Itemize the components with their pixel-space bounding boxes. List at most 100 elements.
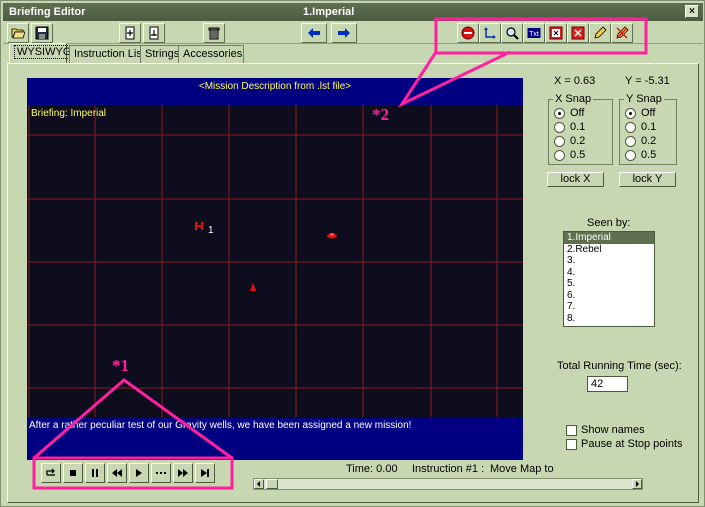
list-item[interactable]: 7.: [564, 301, 654, 313]
clear-box-tool[interactable]: [567, 23, 589, 43]
mission-description-header: <Mission Description from .lst file>: [27, 78, 523, 105]
scroll-left-button[interactable]: [254, 479, 264, 489]
erase-tool[interactable]: [611, 23, 633, 43]
scroll-right-button[interactable]: [632, 479, 642, 489]
list-item[interactable]: 4.: [564, 267, 654, 279]
briefing-label: Briefing: Imperial: [31, 108, 107, 119]
tab-label: Accessories: [183, 48, 243, 60]
tab-wysiwyg[interactable]: WYSIWYG: [9, 43, 75, 63]
ship-marker-tie[interactable]: [195, 222, 203, 230]
list-item[interactable]: 5.: [564, 278, 654, 290]
zoom-icon: [506, 27, 519, 40]
tab-label: WYSIWYG: [14, 45, 75, 59]
delete-button[interactable]: [203, 23, 225, 43]
stop-sign-icon: [461, 26, 475, 40]
stop-button[interactable]: [63, 463, 83, 483]
fast-forward-icon: [178, 469, 188, 477]
app-title: Briefing Editor: [9, 6, 86, 18]
list-item[interactable]: 1.Imperial: [564, 232, 654, 244]
close-box-tool[interactable]: [545, 23, 567, 43]
y-snap-0-1[interactable]: 0.1: [625, 121, 656, 133]
remove-page-button[interactable]: [143, 23, 165, 43]
document-title: 1.Imperial: [303, 6, 355, 18]
loop-icon: [46, 468, 55, 476]
next-button[interactable]: [331, 23, 357, 43]
pencil-tool[interactable]: [589, 23, 611, 43]
ship-marker-triangle[interactable]: [250, 283, 256, 291]
close-button[interactable]: ×: [685, 5, 699, 18]
lock-x-button[interactable]: lock X: [547, 172, 604, 187]
y-snap-0-5[interactable]: 0.5: [625, 149, 656, 161]
x-snap-0-5[interactable]: 0.5: [554, 149, 585, 161]
briefing-map[interactable]: <Mission Description from .lst file> Bri…: [27, 78, 523, 460]
zoom-tool[interactable]: [501, 23, 523, 43]
map-grid: [27, 105, 523, 417]
x-snap-0-2[interactable]: 0.2: [554, 135, 585, 147]
move-map-tool[interactable]: [479, 23, 501, 43]
previous-button[interactable]: [301, 23, 327, 43]
arrow-right-icon: [338, 28, 350, 38]
show-names-checkbox[interactable]: Show names: [566, 424, 645, 436]
checkbox-label: Pause at Stop points: [581, 438, 683, 450]
instruction-status: Instruction #1 :: [412, 463, 485, 475]
list-item[interactable]: 8.: [564, 313, 654, 325]
loop-button[interactable]: [41, 463, 61, 483]
close-box-icon: [549, 26, 563, 40]
tab-label: Strings: [145, 48, 180, 60]
save-button[interactable]: [31, 23, 53, 43]
erase-icon: [616, 26, 629, 39]
radio-dot: [554, 149, 565, 161]
x-snap-0-1[interactable]: 0.1: [554, 121, 585, 133]
list-item[interactable]: 2.Rebel: [564, 244, 654, 256]
checkbox-box: [566, 438, 577, 450]
list-item[interactable]: 3.: [564, 255, 654, 267]
radio-label: 0.1: [641, 121, 657, 133]
text-tool[interactable]: Txt: [523, 23, 545, 43]
open-button[interactable]: [7, 23, 29, 43]
stop-icon: [70, 470, 76, 476]
y-snap-off[interactable]: Off: [625, 107, 655, 119]
y-snap-0-2[interactable]: 0.2: [625, 135, 656, 147]
y-snap-legend: Y Snap: [624, 93, 664, 105]
radio-label: 0.2: [641, 135, 657, 147]
text-icon: Txt: [527, 28, 541, 38]
running-time-input[interactable]: 42: [587, 376, 628, 392]
skip-end-button[interactable]: [195, 463, 215, 483]
tab-accessories[interactable]: Accessories: [178, 45, 244, 63]
radio-label: 0.2: [570, 135, 586, 147]
radio-dot: [625, 135, 636, 147]
play-button[interactable]: [129, 463, 149, 483]
radio-label: 0.5: [570, 149, 586, 161]
trash-icon: [208, 27, 220, 40]
list-item[interactable]: 6.: [564, 290, 654, 302]
step-button[interactable]: [151, 463, 171, 483]
lock-y-button[interactable]: lock Y: [619, 172, 676, 187]
rewind-icon: [112, 469, 122, 477]
timeline-scrollbar[interactable]: [253, 478, 643, 490]
arrow-left-icon: [308, 28, 320, 38]
radio-label: 0.5: [641, 149, 657, 161]
annotation-label-1: *1: [112, 356, 129, 375]
move-map-icon: [484, 27, 496, 39]
x-snap-off[interactable]: Off: [554, 107, 584, 119]
scroll-right-icon: [636, 481, 639, 487]
add-page-button[interactable]: [119, 23, 141, 43]
floppy-save-icon: [35, 26, 49, 40]
x-snap-legend: X Snap: [553, 93, 594, 105]
ship-label: 1: [208, 225, 214, 236]
stop-point-tool[interactable]: [457, 23, 479, 43]
title-bar[interactable]: Briefing Editor 1.Imperial ×: [3, 3, 703, 21]
seen-by-list[interactable]: 1.Imperial 2.Rebel 3. 4. 5. 6. 7. 8.: [563, 231, 655, 327]
pause-button[interactable]: [85, 463, 105, 483]
radio-dot: [554, 121, 565, 133]
add-page-icon: [125, 26, 135, 40]
folder-open-icon: [11, 28, 25, 39]
pencil-icon: [594, 26, 607, 39]
briefing-text-bar: After a rather peculiar test of our Grav…: [27, 417, 523, 460]
radio-dot: [554, 135, 565, 147]
pause-at-stop-checkbox[interactable]: Pause at Stop points: [566, 438, 683, 450]
rewind-button[interactable]: [107, 463, 127, 483]
fast-forward-button[interactable]: [173, 463, 193, 483]
scroll-thumb[interactable]: [266, 479, 278, 489]
ship-marker-saucer[interactable]: [327, 233, 337, 239]
